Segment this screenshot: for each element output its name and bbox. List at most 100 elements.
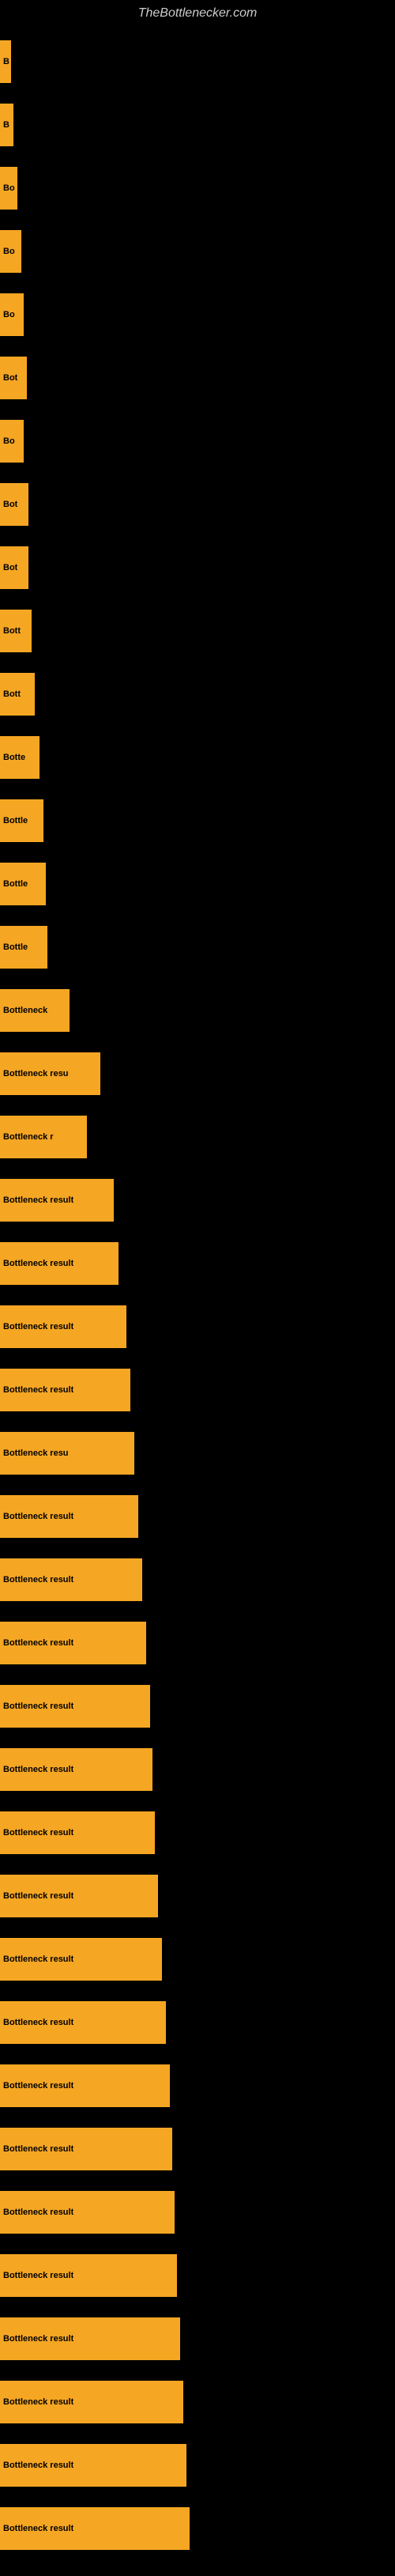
bar-row: Bottleneck resu bbox=[0, 1422, 395, 1485]
bar-row: B bbox=[0, 93, 395, 157]
bar-label: Bottleneck resu bbox=[3, 1449, 69, 1458]
bar-label: Bottleneck result bbox=[3, 2144, 73, 2154]
bar-label: Bottleneck result bbox=[3, 1385, 73, 1395]
bar-item: Bottleneck resu bbox=[0, 1432, 134, 1475]
bar-label: Botte bbox=[3, 753, 25, 762]
bar-row: Bottleneck result bbox=[0, 1169, 395, 1232]
bar-row: Bo bbox=[0, 283, 395, 346]
bar-row: Bottleneck result bbox=[0, 1928, 395, 1991]
bar-item: Bottle bbox=[0, 799, 43, 842]
bar-label: B bbox=[3, 120, 9, 130]
bar-item: Bottleneck result bbox=[0, 2191, 175, 2234]
bar-item: Bottleneck result bbox=[0, 2254, 177, 2297]
bar-row: Bottleneck result bbox=[0, 2497, 395, 2560]
bar-item: Bottleneck result bbox=[0, 1558, 142, 1601]
bar-item: Bo bbox=[0, 420, 24, 463]
bar-row: Bottleneck result bbox=[0, 2434, 395, 2497]
bar-item: B bbox=[0, 104, 13, 146]
bar-item: Bottleneck result bbox=[0, 2507, 190, 2550]
bar-row: Botte bbox=[0, 726, 395, 789]
bar-row: B bbox=[0, 30, 395, 93]
bar-label: Bo bbox=[3, 310, 15, 319]
bar-item: Bottleneck result bbox=[0, 1622, 146, 1664]
bar-item: Bot bbox=[0, 546, 28, 589]
bar-label: Bottleneck result bbox=[3, 1765, 73, 1774]
bar-label: Bot bbox=[3, 500, 17, 509]
bar-item: Bottleneck result bbox=[0, 1305, 126, 1348]
bar-item: Bottleneck result bbox=[0, 1685, 150, 1728]
bar-row: Bottleneck result bbox=[0, 2054, 395, 2117]
bar-item: Bottleneck result bbox=[0, 1242, 118, 1285]
bar-item: Bottleneck result bbox=[0, 2317, 180, 2360]
bar-label: Bottleneck result bbox=[3, 1702, 73, 1711]
bar-row: Bottle bbox=[0, 852, 395, 916]
bar-item: Bottle bbox=[0, 863, 46, 905]
bar-label: Bottleneck result bbox=[3, 1828, 73, 1838]
bar-item: Botte bbox=[0, 736, 40, 779]
bar-item: Bottleneck result bbox=[0, 1495, 138, 1538]
bar-label: Bottleneck resu bbox=[3, 1069, 69, 1078]
bar-item: Bottleneck result bbox=[0, 1938, 162, 1981]
bar-row: Bottleneck result bbox=[0, 1864, 395, 1928]
bar-label: Bottleneck result bbox=[3, 1575, 73, 1585]
bar-label: Bottleneck result bbox=[3, 2081, 73, 2091]
bar-item: Bo bbox=[0, 167, 17, 210]
bar-item: Bott bbox=[0, 610, 32, 652]
bar-item: Bottleneck result bbox=[0, 1875, 158, 1917]
bar-label: Bottleneck result bbox=[3, 2461, 73, 2470]
bar-row: Bottleneck result bbox=[0, 2181, 395, 2244]
bar-label: Bo bbox=[3, 436, 15, 446]
bar-row: Bottleneck result bbox=[0, 1611, 395, 1675]
bar-row: Bottle bbox=[0, 916, 395, 979]
bar-label: Bottleneck result bbox=[3, 2334, 73, 2344]
bar-row: Bott bbox=[0, 663, 395, 726]
bar-item: Bot bbox=[0, 357, 27, 399]
bar-item: Bottleneck r bbox=[0, 1116, 87, 1158]
bar-item: Bottleneck result bbox=[0, 2128, 172, 2170]
bar-row: Bo bbox=[0, 220, 395, 283]
bar-row: Bottleneck result bbox=[0, 1801, 395, 1864]
bar-label: Bottleneck result bbox=[3, 1195, 73, 1205]
bar-row: Bottleneck r bbox=[0, 1105, 395, 1169]
bar-label: Bottle bbox=[3, 816, 28, 825]
bar-row: Bott bbox=[0, 599, 395, 663]
bar-row: Bot bbox=[0, 536, 395, 599]
bar-item: Bottleneck result bbox=[0, 1748, 152, 1791]
bar-label: Bot bbox=[3, 563, 17, 572]
bar-item: Bottleneck result bbox=[0, 2381, 183, 2423]
bar-label: Bottleneck bbox=[3, 1006, 47, 1015]
bar-label: Bottleneck result bbox=[3, 1638, 73, 1648]
bar-label: Bottleneck result bbox=[3, 2018, 73, 2027]
bar-row: Bottleneck result bbox=[0, 2117, 395, 2181]
bar-label: Bottleneck result bbox=[3, 2397, 73, 2407]
bar-row: Bot bbox=[0, 473, 395, 536]
bar-row: Bottleneck result bbox=[0, 1991, 395, 2054]
bar-row: Bottleneck result bbox=[0, 2307, 395, 2370]
bar-item: Bottleneck result bbox=[0, 1369, 130, 1411]
bar-label: Bottleneck result bbox=[3, 1891, 73, 1901]
bar-label: Bottleneck result bbox=[3, 1512, 73, 1521]
bar-label: Bottleneck result bbox=[3, 1322, 73, 1331]
bar-row: Bottleneck result bbox=[0, 1675, 395, 1738]
bar-row: Bo bbox=[0, 410, 395, 473]
bar-label: Bo bbox=[3, 247, 15, 256]
bar-label: Bo bbox=[3, 183, 15, 193]
bar-label: Bottleneck result bbox=[3, 2271, 73, 2280]
bar-row: Bottleneck result bbox=[0, 1548, 395, 1611]
bar-label: Bottleneck result bbox=[3, 2208, 73, 2217]
bar-label: Bott bbox=[3, 626, 21, 636]
bar-label: Bottleneck result bbox=[3, 2524, 73, 2533]
bar-item: Bott bbox=[0, 673, 35, 716]
bar-label: B bbox=[3, 57, 9, 66]
bar-row: Bottleneck result bbox=[0, 2244, 395, 2307]
bar-label: Bot bbox=[3, 373, 17, 383]
bar-row: Bottleneck result bbox=[0, 2370, 395, 2434]
bar-item: Bottleneck result bbox=[0, 2001, 166, 2044]
bar-row: Bo bbox=[0, 157, 395, 220]
bar-row: Bottleneck result bbox=[0, 1232, 395, 1295]
bar-item: Bottleneck bbox=[0, 989, 70, 1032]
bar-item: Bo bbox=[0, 293, 24, 336]
bar-item: Bottle bbox=[0, 926, 47, 969]
bar-item: B bbox=[0, 40, 11, 83]
bar-row: Bottleneck bbox=[0, 979, 395, 1042]
